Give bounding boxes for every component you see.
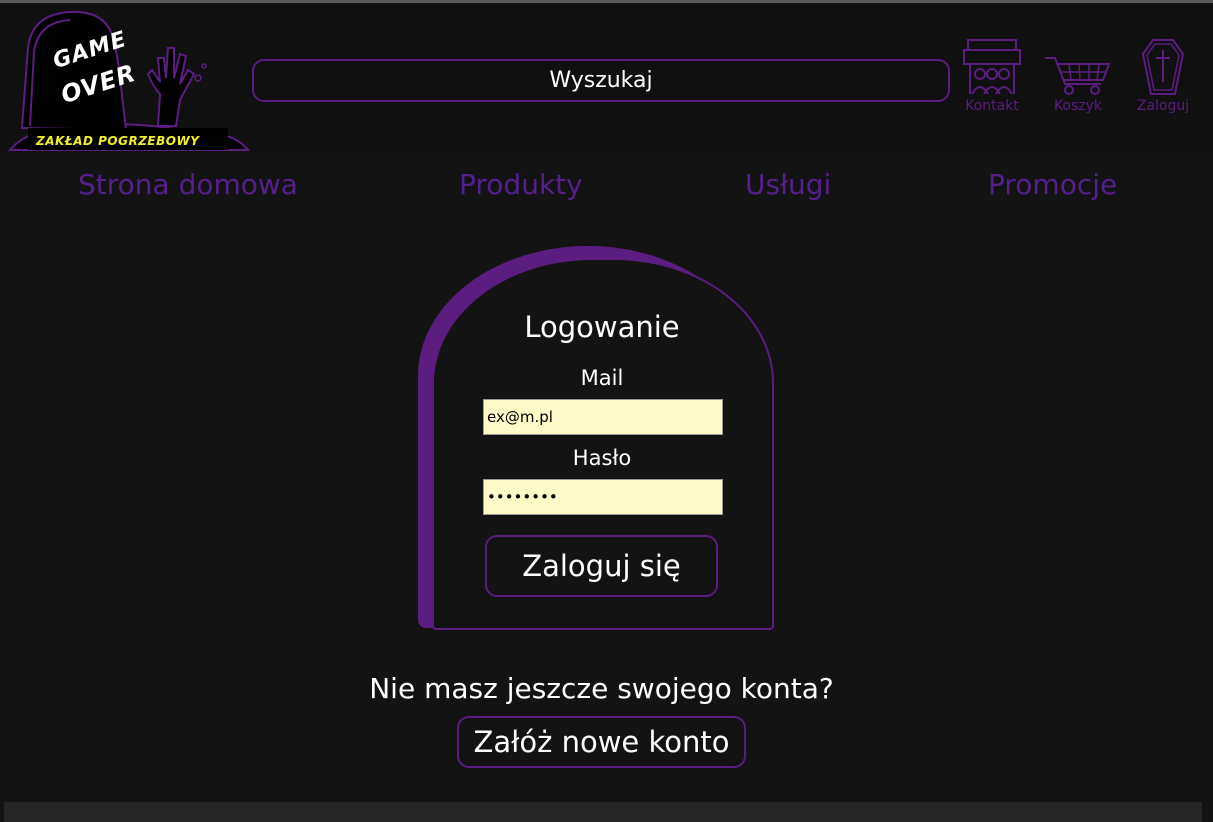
footer: [4, 802, 1202, 822]
password-field[interactable]: [483, 479, 723, 515]
register-button[interactable]: Załóż nowe konto: [457, 716, 746, 768]
logo-subtitle: ZAKŁAD POGRZEBOWY: [36, 134, 200, 148]
login-submit-button[interactable]: Zaloguj się: [485, 535, 718, 597]
nav-item-services[interactable]: Usługi: [745, 168, 831, 201]
login-link[interactable]: Zaloguj: [1132, 38, 1194, 114]
coffin-icon: [1141, 39, 1185, 95]
contact-icon: [963, 39, 1021, 95]
nav-item-promotions[interactable]: Promocje: [988, 168, 1117, 201]
register-prompt: Nie masz jeszcze swojego konta?: [369, 672, 834, 705]
page: GAME OVER ZAKŁAD POGRZEBOWY Wyszukaj Kon…: [0, 0, 1213, 822]
cart-link[interactable]: Koszyk: [1042, 38, 1114, 114]
search-input[interactable]: Wyszukaj: [252, 59, 950, 102]
nav-item-home[interactable]: Strona domowa: [78, 168, 298, 201]
contact-label: Kontakt: [965, 98, 1019, 114]
login-title: Logowanie: [524, 310, 680, 344]
mail-field[interactable]: [483, 399, 723, 435]
password-label: Hasło: [572, 446, 632, 470]
mail-label: Mail: [580, 366, 624, 390]
login-label: Zaloguj: [1136, 98, 1190, 114]
contact-link[interactable]: Kontakt: [958, 38, 1026, 114]
cart-label: Koszyk: [1053, 98, 1103, 114]
nav-item-products[interactable]: Produkty: [459, 168, 583, 201]
cart-icon: [1045, 57, 1111, 95]
logo[interactable]: GAME OVER ZAKŁAD POGRZEBOWY: [8, 8, 250, 153]
